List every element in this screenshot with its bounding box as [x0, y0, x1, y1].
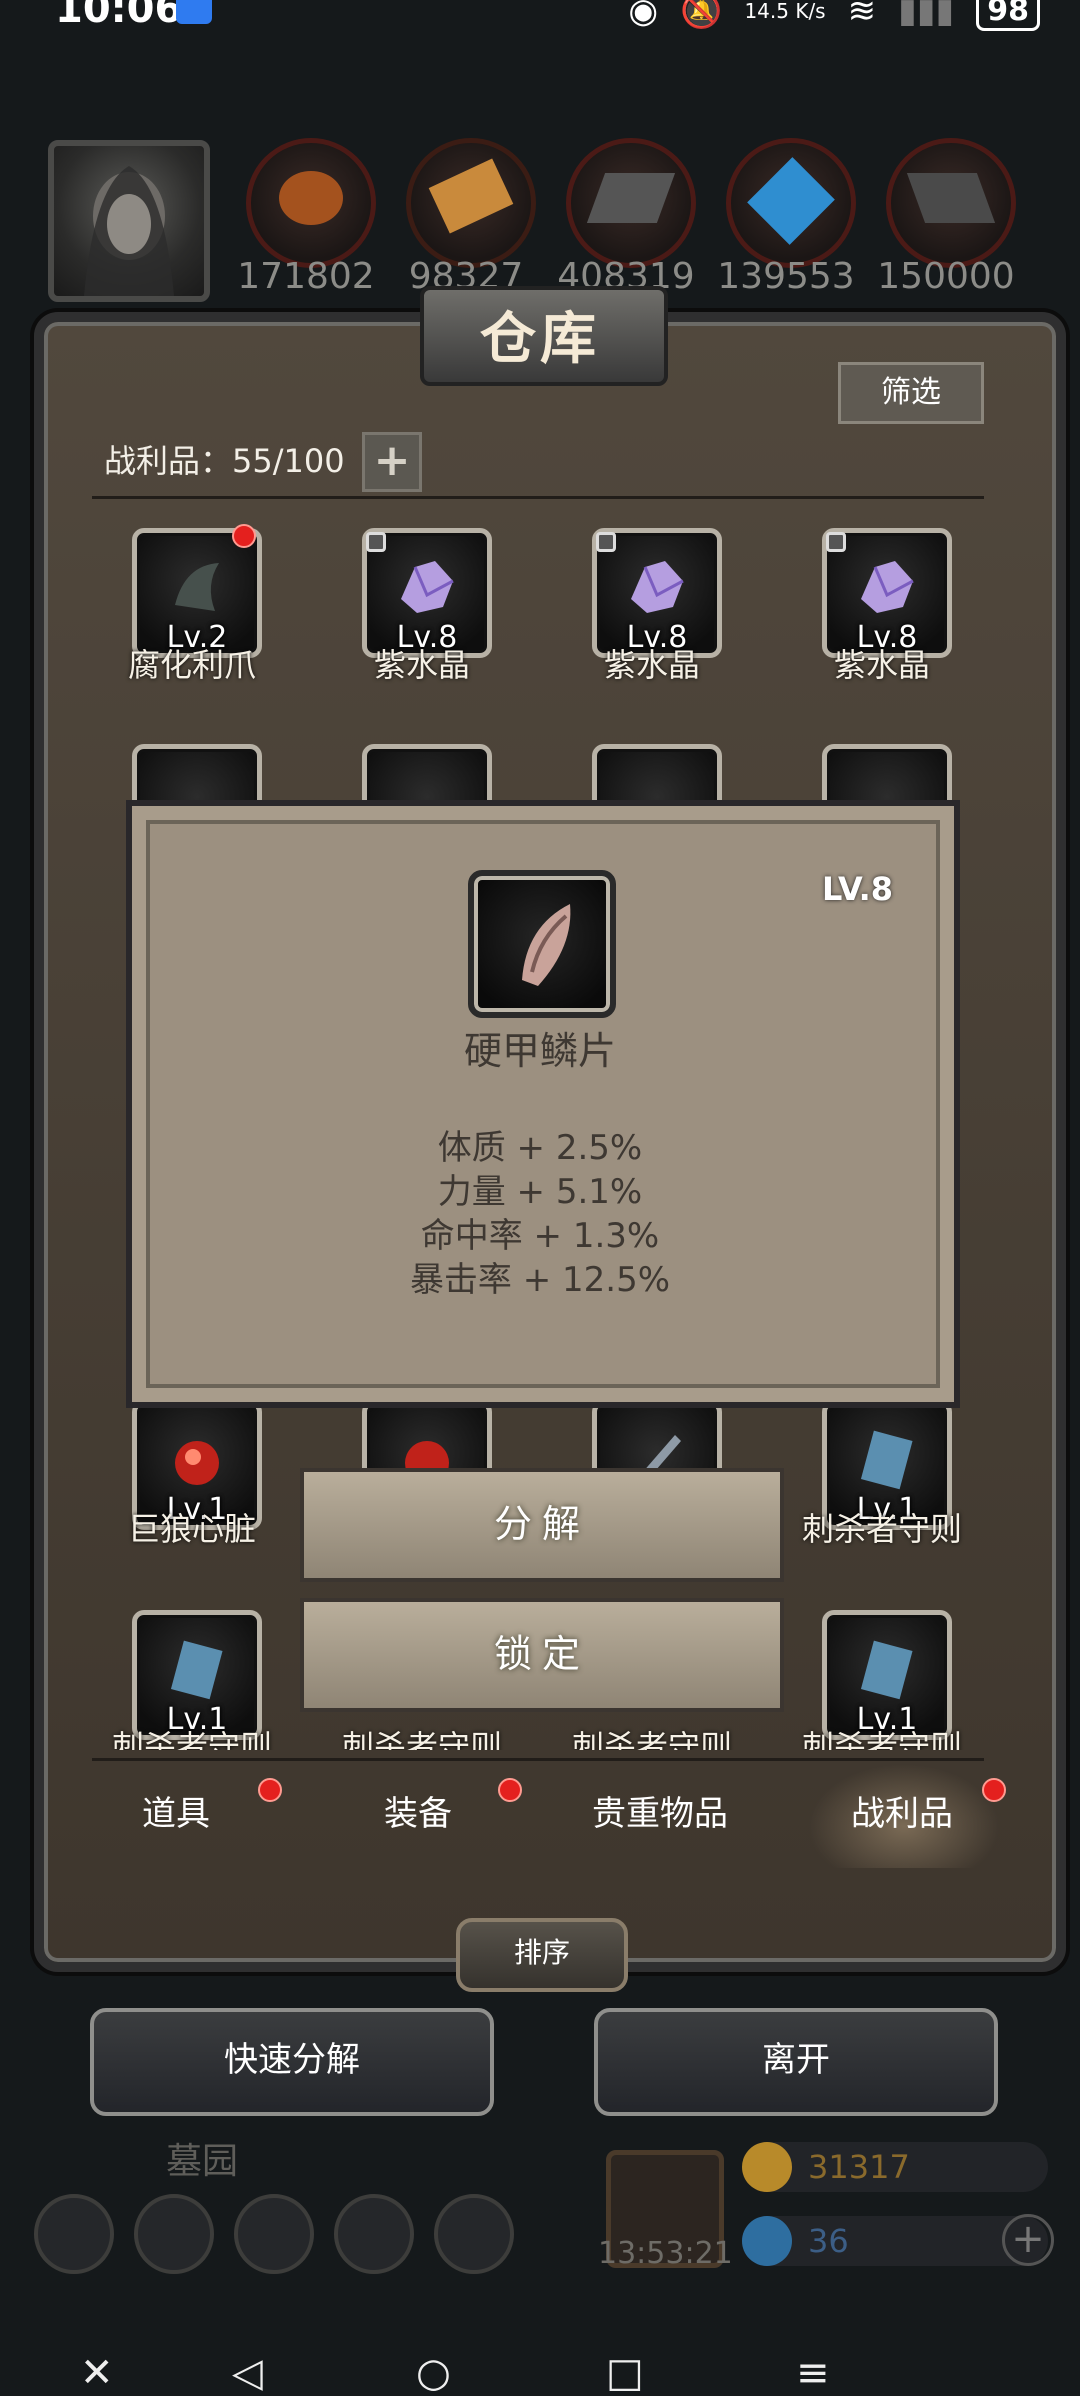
- stat-line: 体质 + 2.5%: [437, 1128, 643, 1168]
- item-name: 紫水晶: [603, 646, 700, 684]
- popup-stats: 体质 + 2.5% 力量 + 5.1% 命中率 + 1.3% 暴击率 + 12.…: [300, 1126, 780, 1302]
- add-gems-icon[interactable]: +: [1002, 2214, 1054, 2266]
- tab-loot-badge: [982, 1778, 1006, 1802]
- item-name: 刺杀者守则: [571, 1728, 732, 1750]
- crystal-resource-icon[interactable]: [726, 138, 856, 268]
- gem-amount: 36: [808, 2222, 849, 2260]
- inventory-slot[interactable]: Lv.1: [132, 1610, 262, 1740]
- inventory-slot[interactable]: Lv.2: [132, 524, 262, 658]
- item-name: 刺杀者守则: [801, 1510, 962, 1548]
- tab-valuables[interactable]: 贵重物品: [540, 1786, 780, 1835]
- net-speed: 14.5 K/s: [744, 0, 826, 23]
- inventory-slot[interactable]: Lv.8: [362, 528, 492, 658]
- item-name: 刺杀者守则: [801, 1728, 962, 1750]
- popup-item-name: 硬甲鳞片: [463, 1029, 616, 1073]
- weather-icon: [176, 0, 212, 24]
- back-icon[interactable]: ◁: [232, 2350, 263, 2396]
- inventory-slot[interactable]: Lv.8: [822, 528, 952, 658]
- popup-level: LV.8: [822, 870, 894, 908]
- item-name: 巨狼心脏: [127, 1510, 256, 1548]
- decompose-button[interactable]: 分解: [300, 1468, 784, 1582]
- item-name: 刺杀者守则: [341, 1728, 502, 1750]
- steel-resource-icon[interactable]: [886, 138, 1016, 268]
- amethyst-icon: [861, 561, 914, 613]
- stat-line: 命中率 + 1.3%: [420, 1216, 660, 1256]
- leather-resource-icon[interactable]: [246, 138, 376, 268]
- item-name: 腐化利爪: [127, 646, 256, 684]
- divider: [92, 496, 984, 499]
- loot-capacity-label: 战利品：55/100: [104, 442, 345, 480]
- player-avatar[interactable]: [48, 140, 210, 302]
- recents-icon[interactable]: □: [606, 2350, 644, 2396]
- gold-bar: 31317: [742, 2142, 1048, 2192]
- book-icon: [170, 1640, 223, 1700]
- expand-capacity-button[interactable]: +: [362, 432, 422, 492]
- status-time: 10:06: [55, 0, 183, 32]
- divider: [92, 1758, 984, 1761]
- gem-icon: [742, 2216, 792, 2266]
- settings-icon[interactable]: [34, 2194, 114, 2274]
- achievement-icon[interactable]: [134, 2194, 214, 2274]
- new-badge: [232, 524, 256, 548]
- mail-icon[interactable]: [334, 2194, 414, 2274]
- battery-icon: 98: [976, 0, 1040, 31]
- lock-icon: [596, 532, 616, 552]
- wood-resource-icon[interactable]: [406, 138, 536, 268]
- inventory-slot[interactable]: Lv.1: [822, 1610, 952, 1740]
- item-name: 刺杀者守则: [111, 1728, 272, 1750]
- claw-icon: [175, 563, 219, 611]
- book-icon: [860, 1430, 913, 1490]
- amethyst-icon: [631, 561, 684, 613]
- tab-equipment-badge: [498, 1778, 522, 1802]
- system-navbar: [0, 2330, 1080, 2388]
- gold-amount: 31317: [808, 2148, 910, 2186]
- tab-items-badge: [258, 1778, 282, 1802]
- armor-scale-icon: [522, 904, 571, 986]
- lock-icon: [826, 532, 846, 552]
- wifi-icon: ≋: [847, 0, 877, 31]
- panel-title: 仓库: [480, 307, 600, 372]
- popup-item-slot: [468, 870, 616, 1018]
- leather-count: 171802: [237, 256, 375, 297]
- close-icon[interactable]: ✕: [80, 2350, 114, 2396]
- signal-icon: ▮▮▮: [898, 0, 955, 31]
- steel-count: 150000: [877, 256, 1015, 297]
- wolf-heart-icon: [175, 1441, 219, 1485]
- gift-timer: 13:53:21: [598, 2236, 733, 2271]
- sort-button[interactable]: 排序: [456, 1918, 628, 1992]
- lock-button[interactable]: 锁定: [300, 1598, 784, 1712]
- item-name: 紫水晶: [833, 646, 930, 684]
- mute-icon: 🔕: [680, 0, 723, 31]
- crystal-count: 139553: [717, 256, 855, 297]
- iron-resource-icon[interactable]: [566, 138, 696, 268]
- eye-icon: ◉: [628, 0, 659, 31]
- location-label: 墓园: [166, 2141, 239, 2182]
- stat-line: 暴击率 + 12.5%: [409, 1260, 671, 1300]
- filter-button[interactable]: 筛选: [838, 362, 984, 424]
- hero-portrait-icon: [84, 166, 174, 296]
- gem-bar: 36 +: [742, 2214, 1054, 2266]
- menu-icon[interactable]: ≡: [796, 2350, 830, 2396]
- status-icons: ◉ 🔕 14.5 K/s ≋ ▮▮▮ 98: [628, 0, 1040, 31]
- map-icon[interactable]: [234, 2194, 314, 2274]
- quick-decompose-button[interactable]: 快速分解: [90, 2008, 494, 2116]
- lock-icon: [366, 532, 386, 552]
- amethyst-icon: [401, 561, 454, 613]
- home-icon[interactable]: ○: [416, 2350, 451, 2396]
- item-name: 紫水晶: [373, 646, 470, 684]
- status-bar: 10:06 ◉ 🔕 14.5 K/s ≋ ▮▮▮ 98: [0, 0, 1080, 40]
- leave-button[interactable]: 离开: [594, 2008, 998, 2116]
- inventory-slot[interactable]: Lv.8: [592, 528, 722, 658]
- gold-coin-icon: [742, 2142, 792, 2192]
- stat-line: 力量 + 5.1%: [437, 1172, 643, 1212]
- book-icon: [860, 1640, 913, 1700]
- guild-icon[interactable]: [434, 2194, 514, 2274]
